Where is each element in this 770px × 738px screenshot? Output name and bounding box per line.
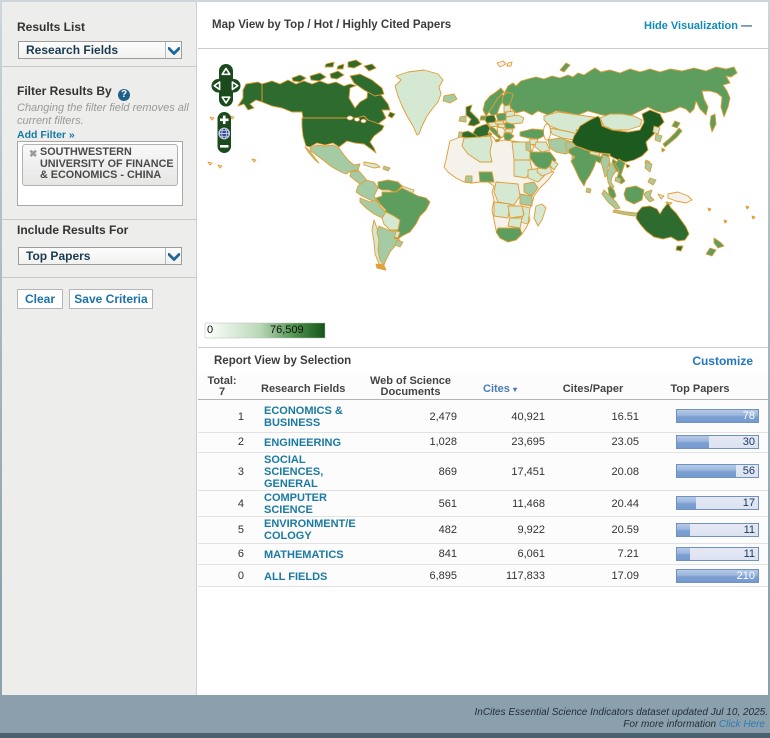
svg-text:0: 0 [207,324,213,336]
svg-text:76,509: 76,509 [270,324,304,336]
